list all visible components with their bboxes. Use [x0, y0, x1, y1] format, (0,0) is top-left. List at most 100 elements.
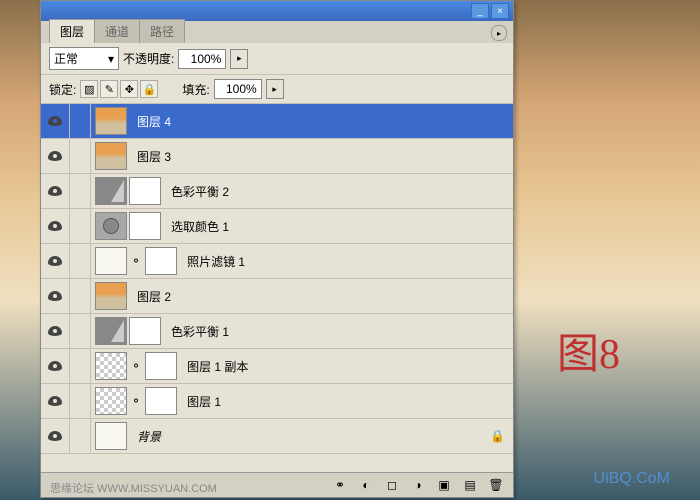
layer-thumbnails — [91, 107, 131, 135]
layer-thumbnails — [91, 317, 165, 345]
eye-icon — [48, 396, 62, 406]
layer-list[interactable]: 图层 4 图层 3 色彩平衡 2 选取颜色 1 ⚬ 照片滤镜 1 图层 2 色彩平衡 1 ⚬ 图层… — [41, 104, 513, 474]
opacity-input[interactable]: 100% — [178, 49, 226, 69]
visibility-toggle[interactable] — [41, 279, 70, 313]
mask-thumbnail[interactable] — [145, 247, 177, 275]
layer-style-icon[interactable]: ◐ — [357, 477, 375, 493]
layer-row[interactable]: ⚬ 图层 1 — [41, 384, 513, 419]
layer-thumbnails: ⚬ — [91, 387, 181, 415]
layer-name[interactable]: 色彩平衡 2 — [165, 183, 229, 200]
fill-arrow-icon[interactable]: ▸ — [266, 79, 284, 99]
lock-icons: ▨ ✎ ✥ 🔒 — [80, 80, 158, 98]
eye-icon — [48, 186, 62, 196]
link-column — [70, 279, 91, 313]
layer-row[interactable]: ⚬ 图层 1 副本 — [41, 349, 513, 384]
layer-name[interactable]: 照片滤镜 1 — [181, 253, 245, 270]
layer-thumbnails — [91, 177, 165, 205]
panel-titlebar[interactable]: _ × — [41, 1, 513, 21]
new-layer-icon[interactable]: ▤ — [461, 477, 479, 493]
layer-thumbnail[interactable] — [95, 107, 127, 135]
layer-thumbnail[interactable] — [95, 142, 127, 170]
layer-thumbnail[interactable] — [95, 282, 127, 310]
layer-thumbnail[interactable] — [95, 352, 127, 380]
layer-name[interactable]: 图层 1 副本 — [181, 358, 248, 375]
tab-paths[interactable]: 路径 — [139, 19, 185, 43]
link-column — [70, 174, 91, 208]
mask-thumbnail[interactable] — [129, 317, 161, 345]
fill-label: 填充: — [182, 81, 209, 98]
link-column — [70, 349, 91, 383]
link-layers-icon[interactable]: ⚭ — [331, 477, 349, 493]
visibility-toggle[interactable] — [41, 384, 70, 418]
layer-thumbnails: ⚬ — [91, 247, 181, 275]
layer-name[interactable]: 色彩平衡 1 — [165, 323, 229, 340]
link-column — [70, 209, 91, 243]
layer-row[interactable]: 背景🔒 — [41, 419, 513, 454]
eye-icon — [48, 151, 62, 161]
visibility-toggle[interactable] — [41, 419, 70, 453]
layer-name[interactable]: 图层 1 — [181, 393, 221, 410]
link-column — [70, 104, 91, 138]
layer-thumbnail[interactable] — [95, 247, 127, 275]
layer-row[interactable]: 色彩平衡 1 — [41, 314, 513, 349]
layer-thumbnail[interactable] — [95, 212, 127, 240]
fill-input[interactable]: 100% — [214, 79, 262, 99]
chevron-down-icon: ▾ — [108, 52, 114, 66]
tab-channels[interactable]: 通道 — [94, 19, 140, 43]
link-column — [70, 384, 91, 418]
lock-pixels-icon[interactable]: ✎ — [100, 80, 118, 98]
visibility-toggle[interactable] — [41, 209, 70, 243]
opacity-arrow-icon[interactable]: ▸ — [230, 49, 248, 69]
lock-fill-row: 锁定: ▨ ✎ ✥ 🔒 填充: 100% ▸ — [41, 75, 513, 104]
delete-layer-icon[interactable]: 🗑 — [487, 477, 505, 493]
layer-name[interactable]: 图层 2 — [131, 288, 171, 305]
panel-menu-icon[interactable]: ▸ — [491, 25, 507, 41]
layer-thumbnail[interactable] — [95, 387, 127, 415]
layer-name[interactable]: 图层 4 — [131, 113, 171, 130]
layer-thumbnails — [91, 422, 131, 450]
layer-thumbnails: ⚬ — [91, 352, 181, 380]
layer-thumbnails — [91, 142, 131, 170]
mask-thumbnail[interactable] — [129, 177, 161, 205]
minimize-button[interactable]: _ — [471, 3, 489, 19]
layer-name[interactable]: 背景 — [131, 428, 161, 445]
mask-thumbnail[interactable] — [145, 387, 177, 415]
mask-thumbnail[interactable] — [129, 212, 161, 240]
blend-mode-select[interactable]: 正常▾ — [49, 47, 119, 70]
lock-position-icon[interactable]: ✥ — [120, 80, 138, 98]
layer-row[interactable]: 图层 4 — [41, 104, 513, 139]
layer-row[interactable]: 图层 3 — [41, 139, 513, 174]
panel-tabs: 图层 通道 路径 ▸ — [41, 21, 513, 43]
eye-icon — [48, 221, 62, 231]
layer-row[interactable]: 色彩平衡 2 — [41, 174, 513, 209]
tab-layers[interactable]: 图层 — [49, 19, 95, 43]
layer-thumbnail[interactable] — [95, 177, 127, 205]
lock-all-icon[interactable]: 🔒 — [140, 80, 158, 98]
layer-row[interactable]: 图层 2 — [41, 279, 513, 314]
layer-row[interactable]: ⚬ 照片滤镜 1 — [41, 244, 513, 279]
mask-thumbnail[interactable] — [145, 352, 177, 380]
visibility-toggle[interactable] — [41, 174, 70, 208]
layer-thumbnail[interactable] — [95, 422, 127, 450]
visibility-toggle[interactable] — [41, 139, 70, 173]
close-button[interactable]: × — [491, 3, 509, 19]
link-mask-icon: ⚬ — [129, 359, 143, 373]
layers-panel: _ × 图层 通道 路径 ▸ 正常▾ 不透明度: 100% ▸ 锁定: ▨ ✎ … — [40, 0, 514, 498]
visibility-toggle[interactable] — [41, 244, 70, 278]
blend-opacity-row: 正常▾ 不透明度: 100% ▸ — [41, 43, 513, 75]
adjustment-layer-icon[interactable]: ◑ — [409, 477, 427, 493]
visibility-toggle[interactable] — [41, 104, 70, 138]
layer-row[interactable]: 选取颜色 1 — [41, 209, 513, 244]
link-mask-icon: ⚬ — [129, 254, 143, 268]
layer-thumbnails — [91, 282, 131, 310]
new-group-icon[interactable]: ▣ — [435, 477, 453, 493]
layer-mask-icon[interactable]: ◻ — [383, 477, 401, 493]
visibility-toggle[interactable] — [41, 314, 70, 348]
lock-transparency-icon[interactable]: ▨ — [80, 80, 98, 98]
layer-name[interactable]: 选取颜色 1 — [165, 218, 229, 235]
layer-name[interactable]: 图层 3 — [131, 148, 171, 165]
visibility-toggle[interactable] — [41, 349, 70, 383]
link-mask-icon: ⚬ — [129, 394, 143, 408]
layer-thumbnail[interactable] — [95, 317, 127, 345]
eye-icon — [48, 326, 62, 336]
